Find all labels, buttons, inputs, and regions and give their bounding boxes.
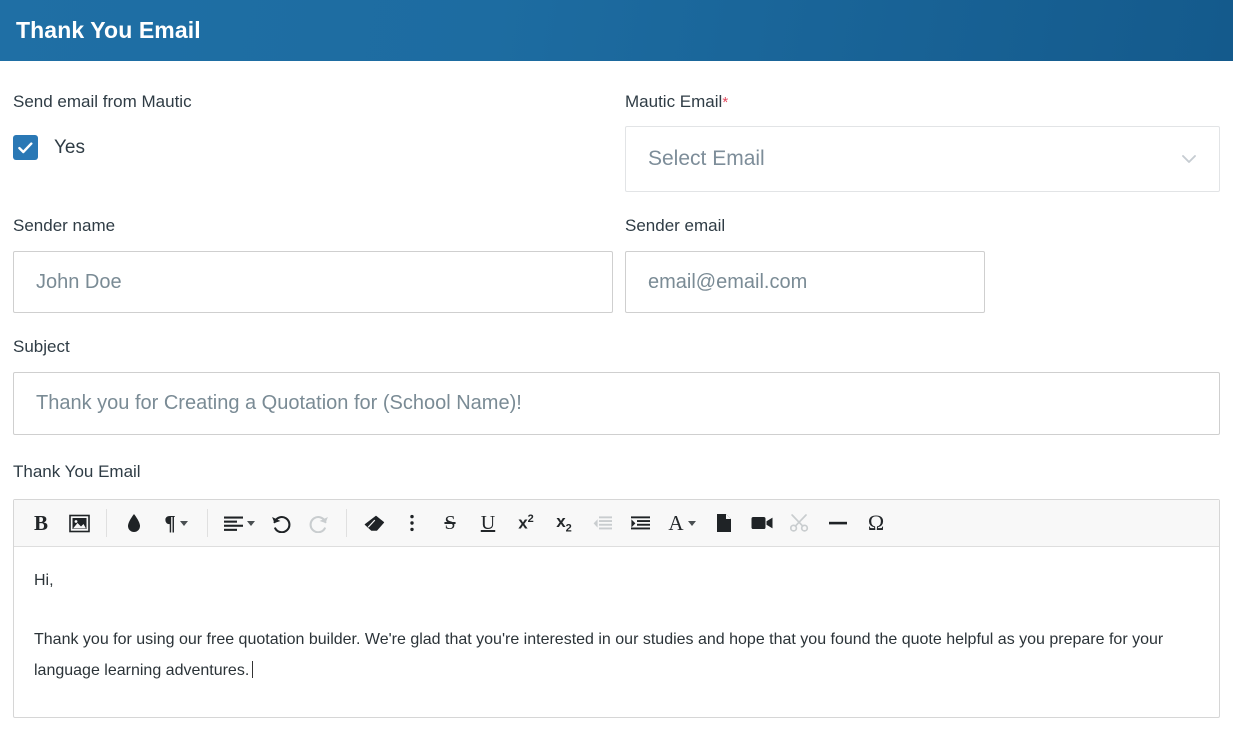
sender-email-group: Sender email: [625, 192, 1220, 313]
superscript-icon-glyph: x2: [518, 512, 534, 533]
sender-name-input[interactable]: [13, 251, 613, 313]
cut-scissors-icon: [781, 503, 819, 543]
more-options-icon-glyph: [410, 514, 414, 532]
insert-video-icon-glyph: [751, 517, 773, 529]
send-from-mautic-checkbox-row[interactable]: Yes: [13, 135, 613, 160]
mautic-email-select[interactable]: Select Email: [625, 126, 1220, 192]
toolbar-separator: [106, 509, 107, 537]
editor-paragraph: Thank you for using our free quotation b…: [34, 631, 1164, 679]
insert-image-icon[interactable]: [60, 503, 98, 543]
subscript-icon[interactable]: x2: [545, 503, 583, 543]
special-character-icon[interactable]: Ω: [857, 503, 895, 543]
send-from-mautic-checkbox-label: Yes: [54, 136, 85, 158]
sender-email-input[interactable]: [625, 251, 985, 313]
subject-input[interactable]: [13, 372, 1220, 435]
font-family-icon-glyph: A: [668, 510, 684, 535]
bold-icon-glyph: B: [33, 510, 48, 535]
rich-text-editor: B ¶ S Ux2 x2 A Ω Hi, Thank you for using our fr…: [13, 499, 1220, 718]
thank-you-email-label: Thank You Email: [13, 462, 141, 481]
align-icon-glyph: [223, 516, 243, 531]
column-gap-2: [613, 192, 625, 313]
more-options-icon[interactable]: [393, 503, 431, 543]
page-header: Thank You Email: [0, 0, 1233, 61]
mautic-email-label-text: Mautic Email: [625, 92, 723, 111]
row-sender: Sender name Sender email: [13, 192, 1220, 313]
indent-icon-glyph: [630, 515, 650, 529]
bold-icon[interactable]: B: [22, 503, 60, 543]
page-title: Thank You Email: [16, 17, 201, 43]
row-mautic: Send email from Mautic Yes Mautic Email*: [13, 61, 1220, 192]
cut-scissors-icon-glyph: [790, 514, 809, 532]
horizontal-rule-icon-glyph: [829, 521, 847, 525]
insert-file-icon[interactable]: [705, 503, 743, 543]
clear-formatting-eraser-icon-glyph: [364, 515, 384, 531]
clear-formatting-eraser-icon[interactable]: [355, 503, 393, 543]
superscript-icon[interactable]: x2: [507, 503, 545, 543]
font-family-icon[interactable]: A: [659, 503, 705, 543]
strikethrough-icon-glyph: S: [444, 512, 456, 534]
underline-icon[interactable]: U: [469, 503, 507, 543]
text-color-drop-icon-glyph: [128, 514, 140, 532]
text-cursor: [252, 661, 254, 678]
special-character-icon-glyph: Ω: [867, 510, 885, 535]
insert-file-icon-glyph: [717, 514, 731, 532]
paragraph-format-icon-glyph: ¶: [164, 510, 176, 535]
insert-image-icon-glyph: [68, 514, 90, 532]
send-from-mautic-checkbox[interactable]: [13, 135, 38, 160]
required-asterisk: *: [722, 94, 729, 111]
subject-label: Subject: [13, 337, 70, 356]
outdent-icon-glyph: [593, 515, 612, 529]
strikethrough-icon[interactable]: S: [431, 503, 469, 543]
subject-group: Subject: [13, 313, 1220, 435]
indent-icon[interactable]: [621, 503, 659, 543]
toolbar-separator: [207, 509, 208, 537]
insert-video-icon[interactable]: [743, 503, 781, 543]
editor-toolbar: B ¶ S Ux2 x2 A Ω: [14, 500, 1219, 547]
undo-icon-glyph: [272, 515, 291, 533]
mautic-email-select-wrap[interactable]: Select Email: [625, 126, 1220, 192]
outdent-icon: [583, 503, 621, 543]
form-body: Send email from Mautic Yes Mautic Email*: [0, 61, 1233, 718]
text-color-drop-icon[interactable]: [115, 503, 153, 543]
paragraph-format-icon[interactable]: ¶: [153, 503, 199, 543]
toolbar-separator: [346, 509, 347, 537]
sender-email-label: Sender email: [625, 216, 726, 235]
horizontal-rule-icon[interactable]: [819, 503, 857, 543]
editor-paragraph: Hi,: [34, 572, 54, 589]
send-from-mautic-label: Send email from Mautic: [13, 92, 192, 111]
sender-name-group: Sender name: [13, 192, 613, 313]
check-icon: [18, 141, 33, 153]
thank-you-email-group: Thank You Email B ¶ S Ux2 x2 A Ω Hi, Thank you …: [13, 435, 1220, 718]
chevron-down-icon: [246, 520, 255, 526]
undo-icon[interactable]: [262, 503, 300, 543]
underline-icon-glyph: U: [480, 512, 496, 534]
send-from-mautic-group: Send email from Mautic Yes: [13, 61, 613, 192]
chevron-down-icon: [179, 520, 188, 526]
subscript-icon-glyph: x2: [556, 511, 572, 535]
editor-content-area[interactable]: Hi, Thank you for using our free quotatio…: [14, 547, 1219, 717]
chevron-down-icon: [687, 520, 696, 526]
mautic-email-group: Mautic Email* Select Email: [625, 61, 1220, 192]
redo-icon-glyph: [309, 515, 328, 533]
column-gap: [613, 61, 625, 192]
redo-icon: [300, 503, 338, 543]
mautic-email-selected-value: Select Email: [648, 147, 765, 170]
sender-name-label: Sender name: [13, 216, 116, 235]
align-icon[interactable]: [216, 503, 262, 543]
mautic-email-label: Mautic Email*: [625, 93, 1220, 110]
